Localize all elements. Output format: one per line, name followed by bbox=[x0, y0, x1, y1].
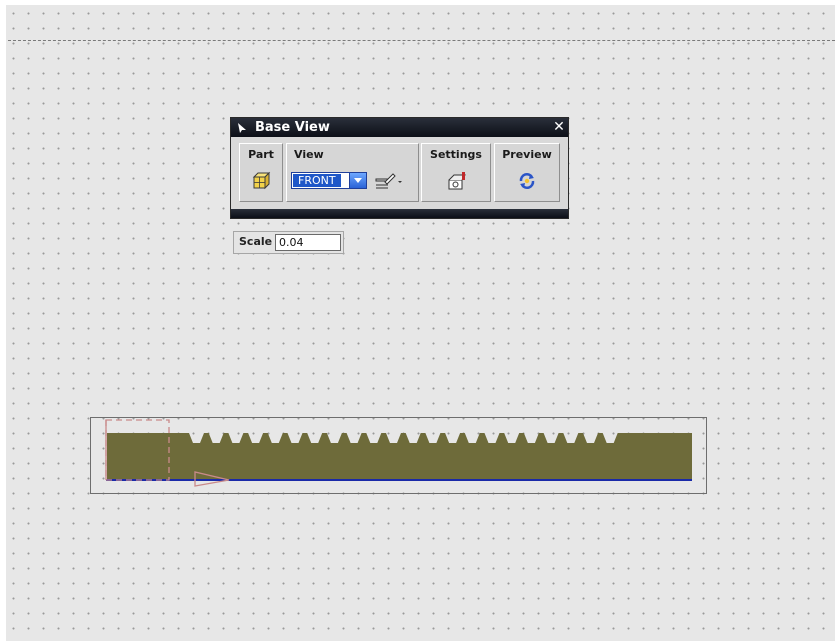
settings-label: Settings bbox=[430, 148, 482, 161]
preview-label: Preview bbox=[502, 148, 552, 161]
drawing-view-boundary[interactable] bbox=[90, 417, 707, 494]
preview-refresh-icon[interactable] bbox=[516, 170, 538, 192]
part-cube-icon[interactable] bbox=[250, 170, 272, 192]
sheet-border-dashed-line bbox=[8, 40, 835, 41]
view-dropdown-value: FRONT bbox=[293, 174, 341, 187]
scale-input[interactable] bbox=[275, 234, 341, 251]
scale-label: Scale bbox=[239, 235, 273, 248]
scale-field-container: Scale bbox=[233, 231, 344, 254]
view-style-icon[interactable] bbox=[373, 172, 407, 190]
dialog-bottom-bar bbox=[231, 209, 568, 218]
part-label: Part bbox=[248, 148, 274, 161]
rack-drawing bbox=[105, 419, 692, 487]
dialog-titlebar[interactable]: Base View ✕ bbox=[231, 118, 568, 137]
view-dropdown[interactable]: FRONT bbox=[291, 172, 367, 189]
dialog-title: Base View bbox=[255, 120, 330, 135]
close-icon[interactable]: ✕ bbox=[552, 120, 566, 134]
chevron-down-icon[interactable] bbox=[349, 173, 366, 188]
view-label: View bbox=[294, 148, 324, 161]
canvas-left-edge bbox=[0, 0, 6, 641]
part-group: Part bbox=[239, 143, 283, 202]
canvas-top-edge bbox=[0, 0, 835, 5]
settings-icon[interactable] bbox=[445, 170, 467, 192]
view-group: View FRONT bbox=[286, 143, 419, 202]
preview-group: Preview bbox=[494, 143, 560, 202]
select-arrow-icon bbox=[238, 123, 246, 133]
base-view-dialog: Base View ✕ Part View FRONT Settings Pre… bbox=[230, 117, 569, 219]
settings-group: Settings bbox=[421, 143, 491, 202]
